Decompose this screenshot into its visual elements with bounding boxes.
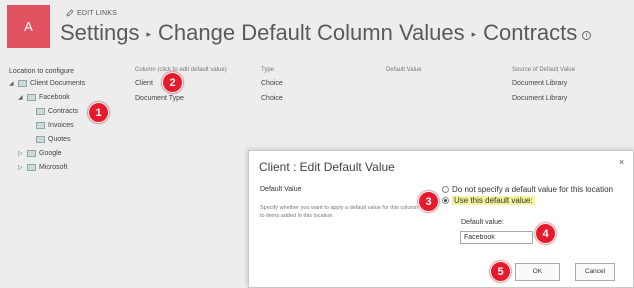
tree-item-invoices[interactable]: Invoices xyxy=(36,122,74,129)
ok-button[interactable]: OK xyxy=(515,263,560,281)
radio-use-default-label: Use this default value: xyxy=(452,196,535,205)
row-client-source: Document Library xyxy=(512,80,568,87)
row-document-type-type: Choice xyxy=(261,95,283,102)
tree-item-google[interactable]: ▷ Google xyxy=(18,150,62,157)
expand-arrow-icon[interactable]: ◢ xyxy=(9,80,15,87)
dialog-title: Client : Edit Default Value xyxy=(259,160,395,174)
edit-default-value-dialog: Client : Edit Default Value × Default Va… xyxy=(248,150,634,288)
radio-no-default[interactable]: Do not specify a default value for this … xyxy=(442,185,613,194)
breadcrumb-change-default-column-values: Change Default Column Values xyxy=(158,20,465,45)
column-header-source: Source of Default Value xyxy=(512,67,575,73)
step-badge-1: 1 xyxy=(88,102,109,123)
folder-icon xyxy=(36,108,45,115)
default-value-description: Specify whether you want to apply a defa… xyxy=(260,205,419,219)
folder-icon xyxy=(27,94,36,101)
radio-use-default[interactable]: Use this default value: xyxy=(442,196,535,205)
tree-item-label: Quotes xyxy=(48,136,71,143)
tree-item-label: Client Documents xyxy=(30,80,86,87)
cancel-button[interactable]: Cancel xyxy=(575,263,615,281)
expand-arrow-icon[interactable]: ◢ xyxy=(18,94,24,101)
tree-item-facebook[interactable]: ◢ Facebook xyxy=(18,94,70,101)
info-icon[interactable]: i xyxy=(582,30,592,40)
site-logo[interactable]: A xyxy=(7,5,50,48)
breadcrumb: Settings ▸ Change Default Column Values … xyxy=(60,20,592,46)
step-badge-4: 4 xyxy=(535,223,556,244)
expand-arrow-icon[interactable]: ▷ xyxy=(18,164,24,171)
tree-item-quotes[interactable]: Quotes xyxy=(36,136,71,143)
radio-button[interactable] xyxy=(442,186,449,193)
tree-item-label: Google xyxy=(39,150,62,157)
breadcrumb-contracts: Contracts xyxy=(483,20,578,45)
default-value-label: Default value: xyxy=(461,219,504,226)
column-header-column: Column (click to edit default value) xyxy=(135,67,227,73)
folder-icon xyxy=(36,122,45,129)
folder-icon xyxy=(36,136,45,143)
column-header-type: Type xyxy=(261,67,275,73)
row-client-column-link[interactable]: Client xyxy=(135,80,153,87)
pencil-icon xyxy=(66,9,74,17)
default-value-input[interactable] xyxy=(460,231,533,244)
step-badge-3: 3 xyxy=(418,191,439,212)
step-badge-2: 2 xyxy=(162,72,183,93)
radio-no-default-label: Do not specify a default value for this … xyxy=(452,185,613,194)
tree-item-label: Contracts xyxy=(48,108,78,115)
row-client-type: Choice xyxy=(261,80,283,87)
radio-button-selected[interactable] xyxy=(442,197,449,204)
edit-links-link[interactable]: EDIT LINKS xyxy=(66,9,117,17)
breadcrumb-separator-icon: ▸ xyxy=(471,28,477,39)
close-icon[interactable]: × xyxy=(619,157,624,167)
row-document-type-column-link[interactable]: Document Type xyxy=(135,95,184,102)
location-title: Location to configure xyxy=(9,68,74,75)
expand-arrow-icon[interactable]: ▷ xyxy=(18,150,24,157)
tree-item-contracts[interactable]: Contracts xyxy=(36,108,78,115)
tree-item-microsoft[interactable]: ▷ Microsoft xyxy=(18,164,67,171)
column-header-default-value: Default Value xyxy=(386,67,422,73)
folder-icon xyxy=(27,150,36,157)
edit-links-label: EDIT LINKS xyxy=(77,9,117,17)
step-badge-5: 5 xyxy=(490,261,511,282)
breadcrumb-settings[interactable]: Settings xyxy=(60,20,140,46)
default-value-section-label: Default Value xyxy=(260,186,302,193)
row-document-type-source: Document Library xyxy=(512,95,568,102)
breadcrumb-separator-icon: ▸ xyxy=(146,28,152,39)
tree-item-label: Microsoft xyxy=(39,164,68,171)
folder-icon xyxy=(27,164,36,171)
library-icon xyxy=(18,80,27,87)
tree-item-label: Facebook xyxy=(39,94,70,101)
site-logo-letter: A xyxy=(24,19,33,34)
tree-item-label: Invoices xyxy=(48,122,74,129)
tree-item-client-documents[interactable]: ◢ Client Documents xyxy=(9,80,85,87)
